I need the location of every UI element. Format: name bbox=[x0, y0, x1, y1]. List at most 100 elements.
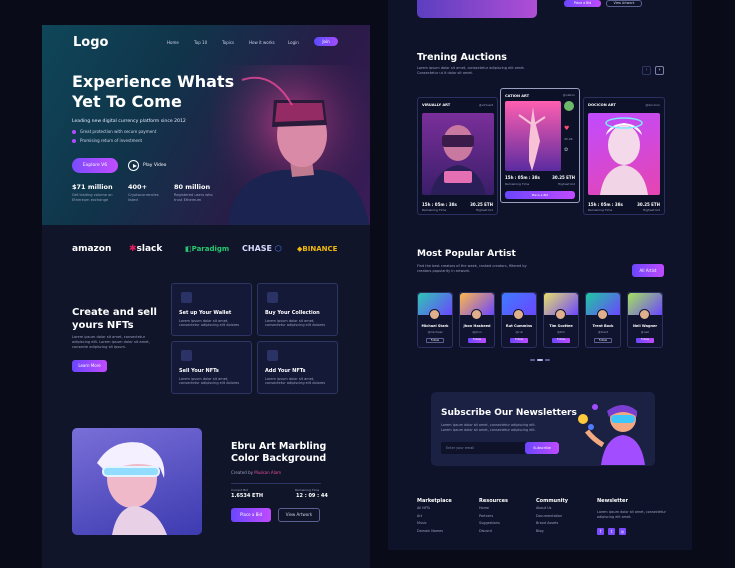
auction-card[interactable]: DOCICON ART @docicon 15h : 05m : 38s 30.… bbox=[583, 97, 665, 215]
footer-link[interactable]: Discord bbox=[479, 528, 500, 536]
footer-link[interactable]: Art bbox=[417, 513, 443, 521]
partner-slack-logo: ✱slack bbox=[129, 244, 162, 254]
artist-avatar bbox=[597, 309, 608, 320]
artist-avatar bbox=[513, 309, 524, 320]
add-icon bbox=[267, 350, 278, 361]
place-bid-button[interactable]: Place a Bid bbox=[231, 508, 271, 522]
footer-link[interactable]: All NFTs bbox=[417, 505, 443, 513]
highest-bid-label: Highest bid bbox=[557, 182, 575, 186]
explore-button[interactable]: Explore V6 bbox=[72, 158, 118, 173]
join-button[interactable]: Join bbox=[314, 37, 338, 46]
footer-link[interactable]: Suggestions bbox=[479, 520, 500, 528]
footer-marketplace-links: All NFTs Art Music Domain Names bbox=[417, 505, 443, 535]
stat: 80 million Registered users who trust Et… bbox=[174, 183, 220, 202]
artist-handle: @rut bbox=[515, 330, 523, 334]
twitter-icon[interactable]: t bbox=[608, 528, 615, 535]
auction-card-featured[interactable]: CATION ART @cation ♥ 45.2K ✿ 15h : 05m :… bbox=[500, 88, 580, 203]
artist-card[interactable]: Tim Scottee @tim Follow bbox=[543, 292, 579, 348]
artist-avatar bbox=[429, 309, 440, 320]
artist-name: Rut Cummins bbox=[505, 324, 533, 328]
hero-title: Experience Whats Yet To Come bbox=[72, 72, 235, 111]
auction-image bbox=[505, 101, 561, 171]
create-title: Create and sell yours NFTs bbox=[72, 307, 157, 331]
all-artist-button[interactable]: All Artist bbox=[632, 264, 664, 277]
stat-desc: Get trading volume on Ethereum exchange bbox=[72, 193, 113, 202]
footer-link[interactable]: Brand Assets bbox=[536, 520, 562, 528]
artist-card[interactable]: Rut Cummins @rut Follow bbox=[501, 292, 537, 348]
email-input[interactable]: Enter your email bbox=[446, 446, 474, 450]
nav-topics[interactable]: Topics bbox=[222, 40, 234, 45]
artwork-image-top bbox=[417, 0, 537, 18]
palette-icon[interactable]: ✿ bbox=[564, 147, 568, 153]
footer-community-title: Community bbox=[536, 498, 569, 504]
footer-link[interactable]: Documentation bbox=[536, 513, 562, 521]
stat-value: $71 million bbox=[72, 183, 113, 191]
subscribe-button[interactable]: Subscribe bbox=[525, 442, 559, 454]
place-bid-button[interactable]: Place a Bid bbox=[505, 191, 575, 199]
artist-card[interactable]: Trent Bock @trent Follow bbox=[585, 292, 621, 348]
follow-button[interactable]: Follow bbox=[468, 338, 486, 343]
auction-time: 15h : 05m : 38s bbox=[588, 202, 623, 207]
creator-name[interactable]: Muskan Alam bbox=[254, 470, 281, 475]
pager-dot[interactable] bbox=[545, 359, 550, 361]
wallet-icon bbox=[181, 292, 192, 303]
artist-handle: @tim bbox=[557, 330, 565, 334]
feature-card[interactable]: Buy Your Collection Lorem ipsum dolor si… bbox=[257, 283, 338, 336]
footer-link[interactable]: Home bbox=[479, 505, 500, 513]
view-artwork-button[interactable]: View Artwork bbox=[278, 508, 320, 522]
pager-dot-active[interactable] bbox=[537, 359, 543, 361]
facebook-icon[interactable]: f bbox=[597, 528, 604, 535]
featured-artwork-image[interactable] bbox=[72, 428, 202, 535]
place-bid-button[interactable]: Place a Bid bbox=[564, 0, 601, 7]
highest-bid-label: Highest bid bbox=[642, 208, 660, 212]
divider bbox=[231, 483, 321, 484]
feature-card[interactable]: Sell Your NFTs Lorem ipsum dolor sit ame… bbox=[171, 341, 252, 394]
follow-button[interactable]: Follow bbox=[426, 338, 444, 343]
pager-dot[interactable] bbox=[530, 359, 535, 361]
auction-price: 30.25 ETH bbox=[470, 202, 493, 207]
newsletter-desc: Lorem ipsum dolor sit amet, consectetur … bbox=[441, 423, 536, 432]
artist-card[interactable]: Michael Stark @michael Follow bbox=[417, 292, 453, 348]
hero-subtitle: Leading new digital currency platform si… bbox=[72, 119, 186, 124]
view-artwork-button[interactable]: View Artwork bbox=[606, 0, 642, 7]
artist-card[interactable]: Jhon Hasheed @jhon Follow bbox=[459, 292, 495, 348]
auction-card[interactable]: VIRUALLY ART @virtuart 15h : 05m : 38s 3… bbox=[417, 97, 498, 215]
footer-link[interactable]: Partners bbox=[479, 513, 500, 521]
partner-paradigm-logo: ◧Paradigm bbox=[185, 245, 229, 253]
prev-arrow-icon[interactable]: ‹ bbox=[642, 66, 651, 75]
follow-button[interactable]: Follow bbox=[636, 338, 654, 343]
nav-home[interactable]: Home bbox=[167, 40, 179, 45]
play-video-link[interactable]: Play Video bbox=[143, 163, 166, 168]
footer-link[interactable]: Music bbox=[417, 520, 443, 528]
footer-link[interactable]: About Us bbox=[536, 505, 562, 513]
follow-button[interactable]: Follow bbox=[510, 338, 528, 343]
nav-top10[interactable]: Top 10 bbox=[194, 40, 207, 45]
feature-card[interactable]: Set up Your Wallet Lorem ipsum dolor sit… bbox=[171, 283, 252, 336]
follow-button[interactable]: Follow bbox=[594, 338, 612, 343]
follow-button[interactable]: Follow bbox=[552, 338, 570, 343]
footer-link[interactable]: Blog bbox=[536, 528, 562, 536]
partner-name: BINANCE bbox=[302, 245, 338, 253]
play-icon[interactable] bbox=[128, 160, 139, 171]
hero-bullet: Great protection with secure payment bbox=[72, 129, 156, 134]
nav-how-it-works[interactable]: How it works bbox=[249, 40, 275, 45]
artist-card[interactable]: Neil Wagner @neil Follow bbox=[627, 292, 663, 348]
highest-bid-label: Highest bid bbox=[475, 208, 493, 212]
artist-avatar bbox=[639, 309, 650, 320]
logo[interactable]: Logo bbox=[73, 35, 108, 50]
nav-login[interactable]: Login bbox=[288, 40, 299, 45]
footer-link[interactable]: Domain Names bbox=[417, 528, 443, 536]
artist-handle: @michael bbox=[427, 330, 443, 334]
card-desc: Lorem ipsum dolor sit amet, consectetur … bbox=[179, 319, 240, 328]
instagram-icon[interactable]: ◎ bbox=[619, 528, 626, 535]
auction-image bbox=[588, 113, 660, 195]
heart-icon[interactable]: ♥ bbox=[564, 125, 569, 132]
learn-more-button[interactable]: Learn More bbox=[72, 360, 107, 372]
next-arrow-icon[interactable]: › bbox=[655, 66, 664, 75]
artist-name: Neil Wagner bbox=[632, 324, 658, 328]
feature-card[interactable]: Add Your NFTs Lorem ipsum dolor sit amet… bbox=[257, 341, 338, 394]
remaining-time-label: Remaining Time bbox=[588, 208, 613, 212]
stat-desc: Registered users who trust Ethereum bbox=[174, 193, 213, 202]
partner-chase-logo: CHASE ⬡ bbox=[242, 244, 282, 253]
footer-community-links: About Us Documentation Brand Assets Blog bbox=[536, 505, 562, 535]
